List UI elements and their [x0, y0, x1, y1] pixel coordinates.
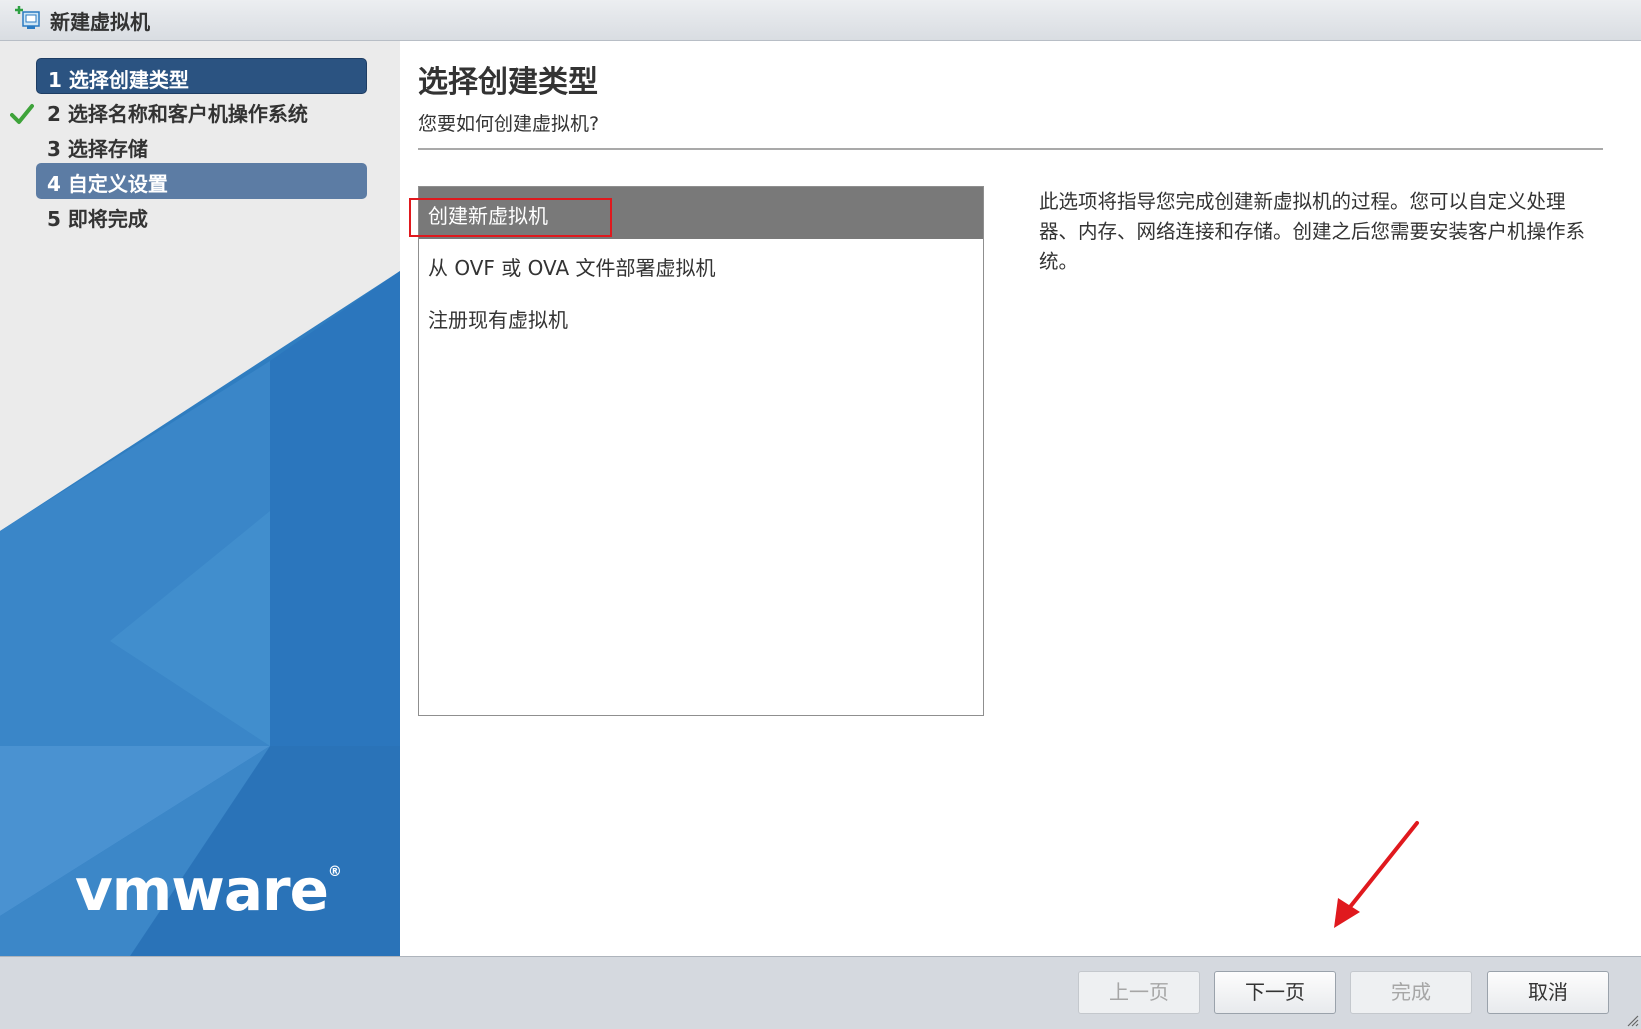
creation-type-list[interactable]: 创建新虚拟机 从 OVF 或 OVA 文件部署虚拟机 注册现有虚拟机: [418, 186, 984, 716]
option-deploy-ovf-ova[interactable]: 从 OVF 或 OVA 文件部署虚拟机: [419, 239, 983, 291]
back-button[interactable]: 上一页: [1078, 971, 1200, 1014]
wizard-footer: 上一页 下一页 完成 取消: [0, 956, 1641, 1029]
wizard-step-5[interactable]: 5 即将完成: [36, 198, 367, 234]
wizard-content: 选择创建类型 您要如何创建虚拟机? 创建新虚拟机 从 OVF 或 OVA 文件部…: [400, 41, 1641, 956]
cancel-button[interactable]: 取消: [1487, 971, 1609, 1014]
next-button[interactable]: 下一页: [1214, 971, 1336, 1014]
divider: [418, 148, 1603, 150]
wizard-sidebar: 1 选择创建类型 2 选择名称和客户机操作系统 3 选择存储 4 自定义设置 5…: [0, 41, 400, 956]
wizard-step-2[interactable]: 2 选择名称和客户机操作系统: [36, 93, 367, 129]
highlight-box: [409, 198, 612, 237]
wizard-step-4[interactable]: 4 自定义设置: [36, 163, 367, 199]
new-vm-icon: [15, 6, 40, 29]
option-description: 此选项将指导您完成创建新虚拟机的过程。您可以自定义处理器、内存、网络连接和存储。…: [1039, 190, 1586, 273]
vmware-logo: vmware®: [75, 856, 342, 924]
window-title: 新建虚拟机: [50, 10, 150, 34]
annotation-arrow: [1334, 821, 1419, 928]
wizard-step-1[interactable]: 1 选择创建类型: [36, 58, 367, 94]
option-register-existing-vm[interactable]: 注册现有虚拟机: [419, 291, 983, 343]
checkmark-icon: [10, 104, 34, 124]
page-subtitle: 您要如何创建虚拟机?: [418, 113, 600, 135]
wizard-step-3[interactable]: 3 选择存储: [36, 128, 367, 164]
finish-button[interactable]: 完成: [1350, 971, 1472, 1014]
resize-grip-icon[interactable]: [1625, 1013, 1639, 1027]
page-title: 选择创建类型: [418, 65, 598, 100]
window-titlebar: 新建虚拟机: [0, 0, 1641, 41]
